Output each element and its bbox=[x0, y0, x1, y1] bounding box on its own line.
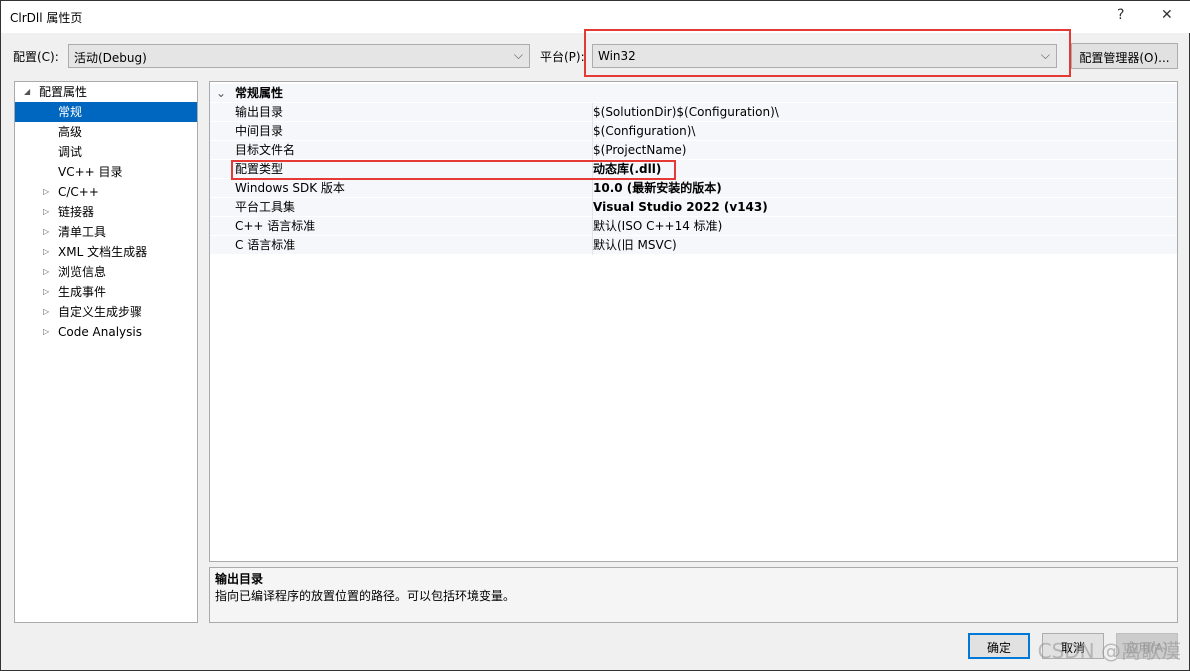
property-value[interactable]: $(Configuration)\ bbox=[592, 122, 695, 141]
tree-item[interactable]: ▷ XML 文档生成器 bbox=[15, 242, 197, 262]
property-row[interactable]: C++ 语言标准 默认(ISO C++14 标准) bbox=[210, 217, 1177, 236]
tree-item-label: 高级 bbox=[58, 125, 83, 139]
property-name: C++ 语言标准 bbox=[235, 219, 316, 233]
tree-item-label: Code Analysis bbox=[58, 325, 142, 339]
config-dropdown[interactable]: 活动(Debug) ⌵ bbox=[68, 44, 530, 68]
tree-item-label: 调试 bbox=[58, 145, 83, 159]
config-label: 配置(C): bbox=[13, 50, 59, 64]
ok-button[interactable]: 确定 bbox=[968, 633, 1030, 659]
close-button[interactable]: ✕ bbox=[1161, 7, 1173, 23]
tree-item-label: VC++ 目录 bbox=[58, 165, 123, 179]
property-row[interactable]: 目标文件名 $(ProjectName) bbox=[210, 141, 1177, 160]
property-value[interactable]: $(ProjectName) bbox=[592, 141, 686, 160]
tree-item[interactable]: 常规 bbox=[15, 102, 197, 122]
description-text: 指向已编译程序的放置位置的路径。可以包括环境变量。 bbox=[215, 589, 516, 603]
property-row[interactable]: 输出目录 $(SolutionDir)$(Configuration)\ bbox=[210, 103, 1177, 122]
tree-item-label: 自定义生成步骤 bbox=[58, 305, 143, 319]
property-name: C 语言标准 bbox=[235, 238, 296, 252]
property-row[interactable]: 中间目录 $(Configuration)\ bbox=[210, 122, 1177, 141]
description-panel: 输出目录 指向已编译程序的放置位置的路径。可以包括环境变量。 bbox=[209, 567, 1178, 623]
window-title: ClrDll 属性页 bbox=[10, 11, 83, 25]
tree-item[interactable]: ▷ 链接器 bbox=[15, 202, 197, 222]
property-value[interactable]: 默认(旧 MSVC) bbox=[592, 236, 677, 255]
property-name: 输出目录 bbox=[235, 105, 284, 119]
tree-item[interactable]: 高级 bbox=[15, 122, 197, 142]
watermark: CSDN @离歌漠 bbox=[1037, 639, 1181, 663]
category-tree: ◢ 配置属性 常规高级调试 VC++ 目录 ▷ C/C++ ▷ 链接器 ▷ 清单工具 ▷ XML 文… bbox=[14, 81, 198, 623]
property-value[interactable]: Visual Studio 2022 (v143) bbox=[592, 198, 768, 217]
expand-arrow-icon[interactable]: ▷ bbox=[43, 322, 49, 342]
property-name: Windows SDK 版本 bbox=[235, 181, 345, 195]
tree-item-label: C/C++ bbox=[58, 185, 99, 199]
highlight-box bbox=[584, 29, 1071, 77]
description-title: 输出目录 bbox=[215, 572, 264, 586]
tree-item[interactable]: ▷ 生成事件 bbox=[15, 282, 197, 302]
help-button[interactable]: ? bbox=[1117, 7, 1124, 23]
tree-item[interactable]: ▷ 自定义生成步骤 bbox=[15, 302, 197, 322]
property-name: 平台工具集 bbox=[235, 200, 296, 214]
highlight-box bbox=[231, 160, 676, 180]
section-title: 常规属性 bbox=[235, 86, 284, 100]
tree-item[interactable]: 调试 bbox=[15, 142, 197, 162]
tree-item-label: 生成事件 bbox=[58, 285, 107, 299]
tree-item[interactable]: ▷ C/C++ bbox=[15, 182, 197, 202]
expand-arrow-icon[interactable]: ▷ bbox=[43, 262, 49, 282]
tree-item[interactable]: ▷ Code Analysis bbox=[15, 322, 197, 342]
expand-arrow-icon[interactable]: ▷ bbox=[43, 222, 49, 242]
expand-arrow-icon[interactable]: ▷ bbox=[43, 202, 49, 222]
tree-item[interactable]: VC++ 目录 bbox=[15, 162, 197, 182]
property-grid: ⌄ 常规属性 输出目录 $(SolutionDir)$(Configuration… bbox=[209, 81, 1178, 562]
chevron-down-icon: ⌄ bbox=[216, 86, 227, 100]
property-value[interactable]: $(SolutionDir)$(Configuration)\ bbox=[592, 103, 779, 122]
property-row[interactable]: 平台工具集 Visual Studio 2022 (v143) bbox=[210, 198, 1177, 217]
property-value[interactable]: 10.0 (最新安装的版本) bbox=[592, 179, 722, 198]
config-value: 活动(Debug) bbox=[74, 51, 147, 65]
expand-arrow-icon[interactable]: ▷ bbox=[43, 242, 49, 262]
tree-item-label: 清单工具 bbox=[58, 225, 107, 239]
platform-label: 平台(P): bbox=[540, 50, 585, 64]
expand-arrow-icon[interactable]: ▷ bbox=[43, 282, 49, 302]
property-row[interactable]: Windows SDK 版本 10.0 (最新安装的版本) bbox=[210, 179, 1177, 198]
expand-arrow-icon[interactable]: ▷ bbox=[43, 182, 49, 202]
property-row[interactable]: C 语言标准 默认(旧 MSVC) bbox=[210, 236, 1177, 255]
property-name: 目标文件名 bbox=[235, 143, 296, 157]
section-header[interactable]: ⌄ 常规属性 bbox=[210, 84, 1177, 103]
chevron-down-icon: ⌵ bbox=[513, 48, 523, 62]
tree-item-label: 浏览信息 bbox=[58, 265, 107, 279]
expand-arrow-icon[interactable]: ▷ bbox=[43, 302, 49, 322]
tree-item-label: XML 文档生成器 bbox=[58, 245, 148, 259]
property-name: 中间目录 bbox=[235, 124, 284, 138]
config-manager-button[interactable]: 配置管理器(O)... bbox=[1071, 43, 1178, 69]
tree-root[interactable]: ◢ 配置属性 bbox=[15, 82, 197, 102]
tree-item[interactable]: ▷ 清单工具 bbox=[15, 222, 197, 242]
tree-root-label: 配置属性 bbox=[39, 85, 88, 99]
tree-item-label: 链接器 bbox=[58, 205, 95, 219]
tree-item[interactable]: ▷ 浏览信息 bbox=[15, 262, 197, 282]
tree-item-label: 常规 bbox=[58, 105, 83, 119]
property-value[interactable]: 默认(ISO C++14 标准) bbox=[592, 217, 722, 236]
